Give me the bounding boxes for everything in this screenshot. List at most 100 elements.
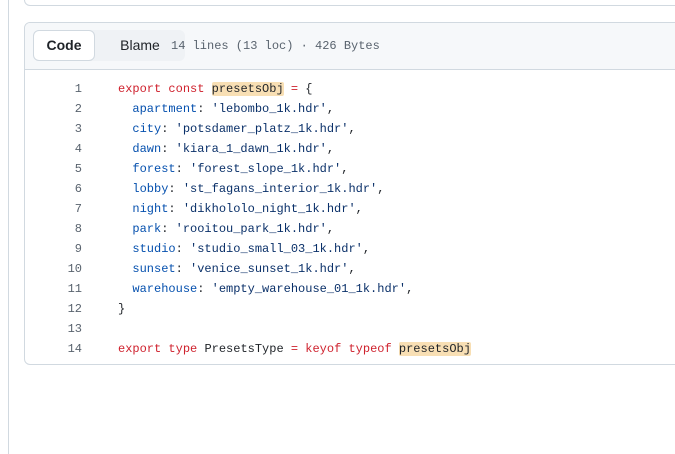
code-token: : <box>197 282 212 296</box>
code-line: 3 city: 'potsdamer_platz_1k.hdr', <box>25 119 675 139</box>
file-header: Blame Code 14 lines (13 loc) · 426 Bytes <box>25 23 675 70</box>
code-view[interactable]: 1 export const presetsObj = {2 apartment:… <box>25 70 675 359</box>
line-source: export const presetsObj = { <box>118 79 312 99</box>
code-token: { <box>298 82 313 96</box>
line-number[interactable]: 9 <box>25 239 82 259</box>
code-token: : <box>168 202 183 216</box>
code-token: park <box>132 222 162 236</box>
code-token: , <box>341 162 349 176</box>
code-token: 'forest_slope_1k.hdr' <box>190 162 342 176</box>
line-source: forest: 'forest_slope_1k.hdr', <box>118 159 348 179</box>
code-token: city <box>132 122 162 136</box>
code-token: export <box>118 82 162 96</box>
code-blame-toggle: Blame Code <box>33 30 185 61</box>
code-token: , <box>326 222 335 236</box>
line-number[interactable]: 7 <box>25 199 82 219</box>
code-token: : <box>161 122 176 136</box>
code-token: } <box>118 302 126 316</box>
code-line: 7 night: 'dikhololo_night_1k.hdr', <box>25 199 675 219</box>
code-token: 'rooitou_park_1k.hdr' <box>175 222 327 236</box>
line-number[interactable]: 4 <box>25 139 82 159</box>
code-token: 'dikhololo_night_1k.hdr' <box>182 202 356 216</box>
line-number[interactable]: 3 <box>25 119 82 139</box>
code-token: : <box>175 242 191 256</box>
code-token: 'empty_warehouse_01_1k.hdr' <box>211 282 407 296</box>
left-divider <box>8 0 9 454</box>
code-token: studio <box>132 242 176 256</box>
line-source: night: 'dikhololo_night_1k.hdr', <box>118 199 362 219</box>
line-source: sunset: 'venice_sunset_1k.hdr', <box>118 259 356 279</box>
line-number[interactable]: 12 <box>25 299 82 319</box>
code-token: : <box>161 222 176 236</box>
code-token: keyof <box>305 342 342 356</box>
line-number[interactable]: 6 <box>25 179 82 199</box>
file-info: 14 lines (13 loc) · 426 Bytes <box>171 39 380 53</box>
code-line: 12} <box>25 299 675 319</box>
code-token: forest <box>132 162 176 176</box>
code-token: const <box>168 82 205 96</box>
code-token: 'potsdamer_platz_1k.hdr' <box>175 122 349 136</box>
code-token: : <box>175 162 191 176</box>
line-number[interactable]: 5 <box>25 159 82 179</box>
code-line: 11 warehouse: 'empty_warehouse_01_1k.hdr… <box>25 279 675 299</box>
line-source: park: 'rooitou_park_1k.hdr', <box>118 219 334 239</box>
code-token: typeof <box>348 342 392 356</box>
line-number[interactable]: 1 <box>25 79 82 99</box>
line-number[interactable]: 10 <box>25 259 82 279</box>
previous-panel-edge <box>24 0 675 6</box>
code-token: 'kiara_1_dawn_1k.hdr' <box>175 142 327 156</box>
code-token: , <box>362 242 371 256</box>
line-number[interactable]: 11 <box>25 279 82 299</box>
code-token: type <box>168 342 198 356</box>
code-tab[interactable]: Code <box>33 30 95 61</box>
code-token: : <box>161 142 176 156</box>
line-number[interactable]: 13 <box>25 319 82 339</box>
line-number[interactable]: 8 <box>25 219 82 239</box>
code-token: 'st_fagans_interior_1k.hdr' <box>182 182 378 196</box>
code-line: 4 dawn: 'kiara_1_dawn_1k.hdr', <box>25 139 675 159</box>
code-token: , <box>348 262 356 276</box>
code-token: lobby <box>132 182 169 196</box>
code-token: = <box>290 82 299 96</box>
code-token: , <box>348 122 356 136</box>
line-number[interactable]: 14 <box>25 339 82 359</box>
code-line: 8 park: 'rooitou_park_1k.hdr', <box>25 219 675 239</box>
code-token: 'lebombo_1k.hdr' <box>211 102 327 116</box>
code-token: , <box>377 182 385 196</box>
code-token: 'venice_sunset_1k.hdr' <box>190 262 349 276</box>
line-source: lobby: 'st_fagans_interior_1k.hdr', <box>118 179 384 199</box>
code-token: 'studio_small_03_1k.hdr' <box>190 242 363 256</box>
code-line: 5 forest: 'forest_slope_1k.hdr', <box>25 159 675 179</box>
line-source: studio: 'studio_small_03_1k.hdr', <box>118 239 370 259</box>
highlighted-token: presetsObj <box>398 342 471 356</box>
code-token: = <box>290 342 299 356</box>
code-token: , <box>326 102 335 116</box>
code-line: 1 export const presetsObj = { <box>25 79 675 99</box>
file-viewer: Blame Code 14 lines (13 loc) · 426 Bytes… <box>24 22 675 365</box>
code-line: 13 <box>25 319 675 339</box>
code-token: , <box>326 142 335 156</box>
line-source: apartment: 'lebombo_1k.hdr', <box>118 99 334 119</box>
code-line: 14 export type PresetsType = keyof typeof… <box>25 339 675 359</box>
code-line: 2 apartment: 'lebombo_1k.hdr', <box>25 99 675 119</box>
code-token: night <box>132 202 169 216</box>
highlighted-token: presetsObj <box>211 82 284 96</box>
code-line: 10 sunset: 'venice_sunset_1k.hdr', <box>25 259 675 279</box>
code-token: : <box>168 182 183 196</box>
code-token: : <box>175 262 191 276</box>
code-token: PresetsType <box>204 342 284 356</box>
line-source: city: 'potsdamer_platz_1k.hdr', <box>118 119 356 139</box>
line-source: warehouse: 'empty_warehouse_01_1k.hdr', <box>118 279 413 299</box>
line-number[interactable]: 2 <box>25 99 82 119</box>
code-token: sunset <box>132 262 176 276</box>
